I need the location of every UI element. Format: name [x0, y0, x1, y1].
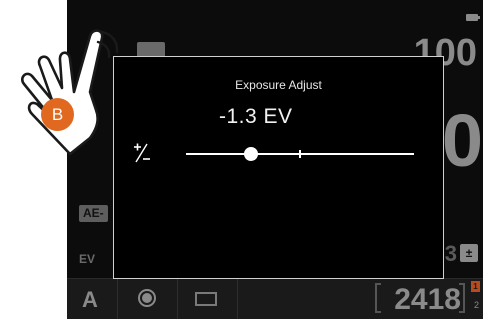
separator	[237, 279, 238, 319]
frame-icon[interactable]	[195, 292, 217, 306]
ev-compensation-icon[interactable]: ±	[460, 244, 478, 262]
plus-minus-icon	[132, 141, 152, 165]
slider-knob[interactable]	[243, 147, 258, 161]
stage: 100 0 / AE- EV 3 ± A 2418 1 2 Exposure A…	[0, 0, 496, 319]
ev-readout: -1.3 EV	[219, 105, 293, 128]
ev-label: EV	[79, 252, 96, 266]
separator	[177, 279, 178, 319]
ae-lock-badge: AE-	[79, 205, 108, 222]
slider-center-tick	[299, 150, 301, 158]
battery-icon	[466, 14, 480, 21]
aperture-value: 0	[441, 99, 483, 182]
shooting-mode[interactable]: A	[82, 287, 98, 313]
exposure-adjust-dialog: Exposure Adjust -1.3 EV	[113, 56, 444, 279]
shots-remaining: 2418	[394, 283, 461, 316]
bracket-right	[459, 283, 465, 313]
b-badge: B	[41, 98, 74, 131]
bracket-left	[375, 283, 381, 313]
record-icon[interactable]	[138, 289, 156, 307]
separator	[117, 279, 118, 319]
exposure-slider[interactable]	[186, 147, 414, 161]
bottom-status-bar: A 2418 1 2	[67, 278, 483, 319]
dialog-title: Exposure Adjust	[235, 78, 322, 92]
ev-partial-digit: 3	[444, 241, 457, 266]
card-slot-2: 2	[473, 300, 479, 310]
tap-hand-icon	[21, 29, 119, 156]
card-slot-1: 1	[471, 281, 480, 292]
